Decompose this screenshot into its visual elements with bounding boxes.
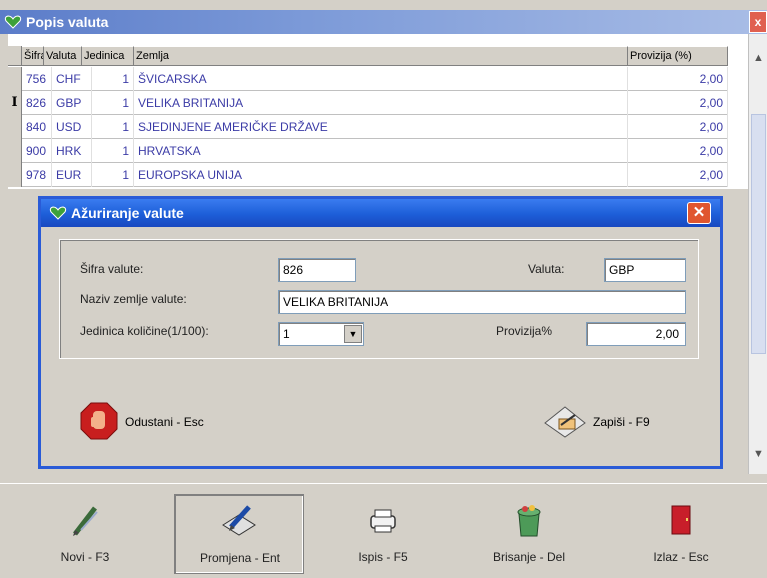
exit-button[interactable]: Izlaz - Esc <box>616 494 746 574</box>
cell-valuta: USD <box>52 115 92 139</box>
provizija-label: Provizija% <box>496 324 553 338</box>
table-row[interactable]: 756 CHF 1 ŠVICARSKA 2,00 <box>8 67 728 91</box>
row-indicator <box>8 115 22 139</box>
main-title: Popis valuta <box>26 14 109 30</box>
cell-zemlja: EUROPSKA UNIJA <box>134 163 628 187</box>
dialog-heart-icon <box>49 206 67 220</box>
trash-bin-icon <box>517 505 541 537</box>
column-header-zemlja[interactable]: Zemlja <box>134 46 628 66</box>
chevron-down-icon[interactable]: ▼ <box>344 325 362 343</box>
main-close-button[interactable]: x <box>749 11 767 33</box>
cell-zemlja: HRVATSKA <box>134 139 628 163</box>
jedinica-value: 1 <box>283 327 290 341</box>
cell-code: 826 <box>22 91 52 115</box>
close-icon: x <box>754 15 762 29</box>
cell-code: 900 <box>22 139 52 163</box>
bottom-toolbar: Novi - F3 Promjena - Ent Ispis - F5 Bris… <box>0 483 767 578</box>
close-icon: ✕ <box>692 204 706 221</box>
cell-zemlja: SJEDINJENE AMERIČKE DRŽAVE <box>134 115 628 139</box>
dialog-title: Ažuriranje valute <box>71 205 184 221</box>
delete-button[interactable]: Brisanje - Del <box>464 494 594 574</box>
cell-provizija: 2,00 <box>628 139 728 163</box>
scroll-thumb[interactable] <box>751 114 766 354</box>
row-indicator <box>8 139 22 163</box>
table-row[interactable]: 900 HRK 1 HRVATSKA 2,00 <box>8 139 728 163</box>
cell-valuta: EUR <box>52 163 92 187</box>
jedinica-label: Jedinica količine(1/100): <box>80 324 209 338</box>
sifra-field[interactable]: 826 <box>278 258 356 282</box>
table-row[interactable]: 978 EUR 1 EUROPSKA UNIJA 2,00 <box>8 163 728 187</box>
row-indicator <box>8 67 22 91</box>
printer-icon <box>370 509 396 533</box>
table-row[interactable]: I 826 GBP 1 VELIKA BRITANIJA 2,00 <box>8 91 728 115</box>
cell-valuta: CHF <box>52 67 92 91</box>
edit-label: Promjena - Ent <box>199 551 281 565</box>
edit-currency-dialog: Ažuriranje valute ✕ Šifra valute: 826 Va… <box>38 196 723 469</box>
cell-zemlja: VELIKA BRITANIJA <box>134 91 628 115</box>
cell-jedinica: 1 <box>92 163 134 187</box>
exit-door-icon <box>671 505 691 535</box>
naziv-field[interactable]: VELIKA BRITANIJA <box>278 290 686 314</box>
edit-button[interactable]: Promjena - Ent <box>174 494 304 574</box>
row-indicator: I <box>8 91 22 115</box>
scroll-down-icon[interactable]: ▼ <box>749 444 767 464</box>
print-button[interactable]: Ispis - F5 <box>318 494 448 574</box>
vertical-scrollbar[interactable]: ▲ ▼ <box>748 34 767 474</box>
cell-valuta: GBP <box>52 91 92 115</box>
column-header-sifra[interactable]: Šifra <box>22 46 44 66</box>
provizija-field[interactable]: 2,00 <box>586 322 686 346</box>
app-heart-icon <box>4 15 22 29</box>
new-label: Novi - F3 <box>60 550 110 564</box>
cell-provizija: 2,00 <box>628 67 728 91</box>
stop-hand-icon <box>80 402 118 440</box>
cell-code: 840 <box>22 115 52 139</box>
naziv-label: Naziv zemlje valute: <box>80 292 187 306</box>
column-header-valuta[interactable]: Valuta <box>44 46 82 66</box>
cell-jedinica: 1 <box>92 115 134 139</box>
table-row[interactable]: 840 USD 1 SJEDINJENE AMERIČKE DRŽAVE 2,0… <box>8 115 728 139</box>
cell-provizija: 2,00 <box>628 115 728 139</box>
edit-document-icon <box>222 505 256 536</box>
dialog-close-button[interactable]: ✕ <box>687 202 711 224</box>
pencil-icon <box>73 506 98 536</box>
dialog-titlebar[interactable]: Ažuriranje valute ✕ <box>41 199 720 227</box>
cancel-label: Odustani - Esc <box>125 415 204 429</box>
delete-label: Brisanje - Del <box>492 550 566 564</box>
new-button[interactable]: Novi - F3 <box>20 494 150 574</box>
save-button[interactable]: Zapiši - F9 <box>541 399 691 443</box>
currency-grid[interactable]: Šifra Valuta Jedinica Zemlja Provizija (… <box>8 34 748 189</box>
print-label: Ispis - F5 <box>358 550 408 564</box>
main-titlebar: Popis valuta <box>0 10 767 34</box>
cell-jedinica: 1 <box>92 67 134 91</box>
cancel-button[interactable]: Odustani - Esc <box>79 399 239 443</box>
cell-valuta: HRK <box>52 139 92 163</box>
valuta-label: Valuta: <box>528 262 565 276</box>
grid-corner <box>8 46 22 66</box>
row-indicator <box>8 163 22 187</box>
cell-code: 756 <box>22 67 52 91</box>
column-header-jedinica[interactable]: Jedinica <box>82 46 134 66</box>
cell-jedinica: 1 <box>92 139 134 163</box>
cell-jedinica: 1 <box>92 91 134 115</box>
jedinica-select[interactable]: 1 ▼ <box>278 322 364 346</box>
cell-provizija: 2,00 <box>628 91 728 115</box>
cell-code: 978 <box>22 163 52 187</box>
scroll-up-icon[interactable]: ▲ <box>749 48 767 68</box>
valuta-field[interactable]: GBP <box>604 258 686 282</box>
column-header-provizija[interactable]: Provizija (%) <box>628 46 728 66</box>
sifra-label: Šifra valute: <box>80 262 144 276</box>
cell-zemlja: ŠVICARSKA <box>134 67 628 91</box>
exit-label: Izlaz - Esc <box>653 550 709 564</box>
main-window: Popis valuta x Šifra Valuta Jedinica Zem… <box>0 0 767 578</box>
write-hand-icon <box>544 406 586 438</box>
cell-provizija: 2,00 <box>628 163 728 187</box>
form-panel: Šifra valute: 826 Valuta: GBP Naziv zeml… <box>59 239 699 359</box>
save-label: Zapiši - F9 <box>593 415 650 429</box>
